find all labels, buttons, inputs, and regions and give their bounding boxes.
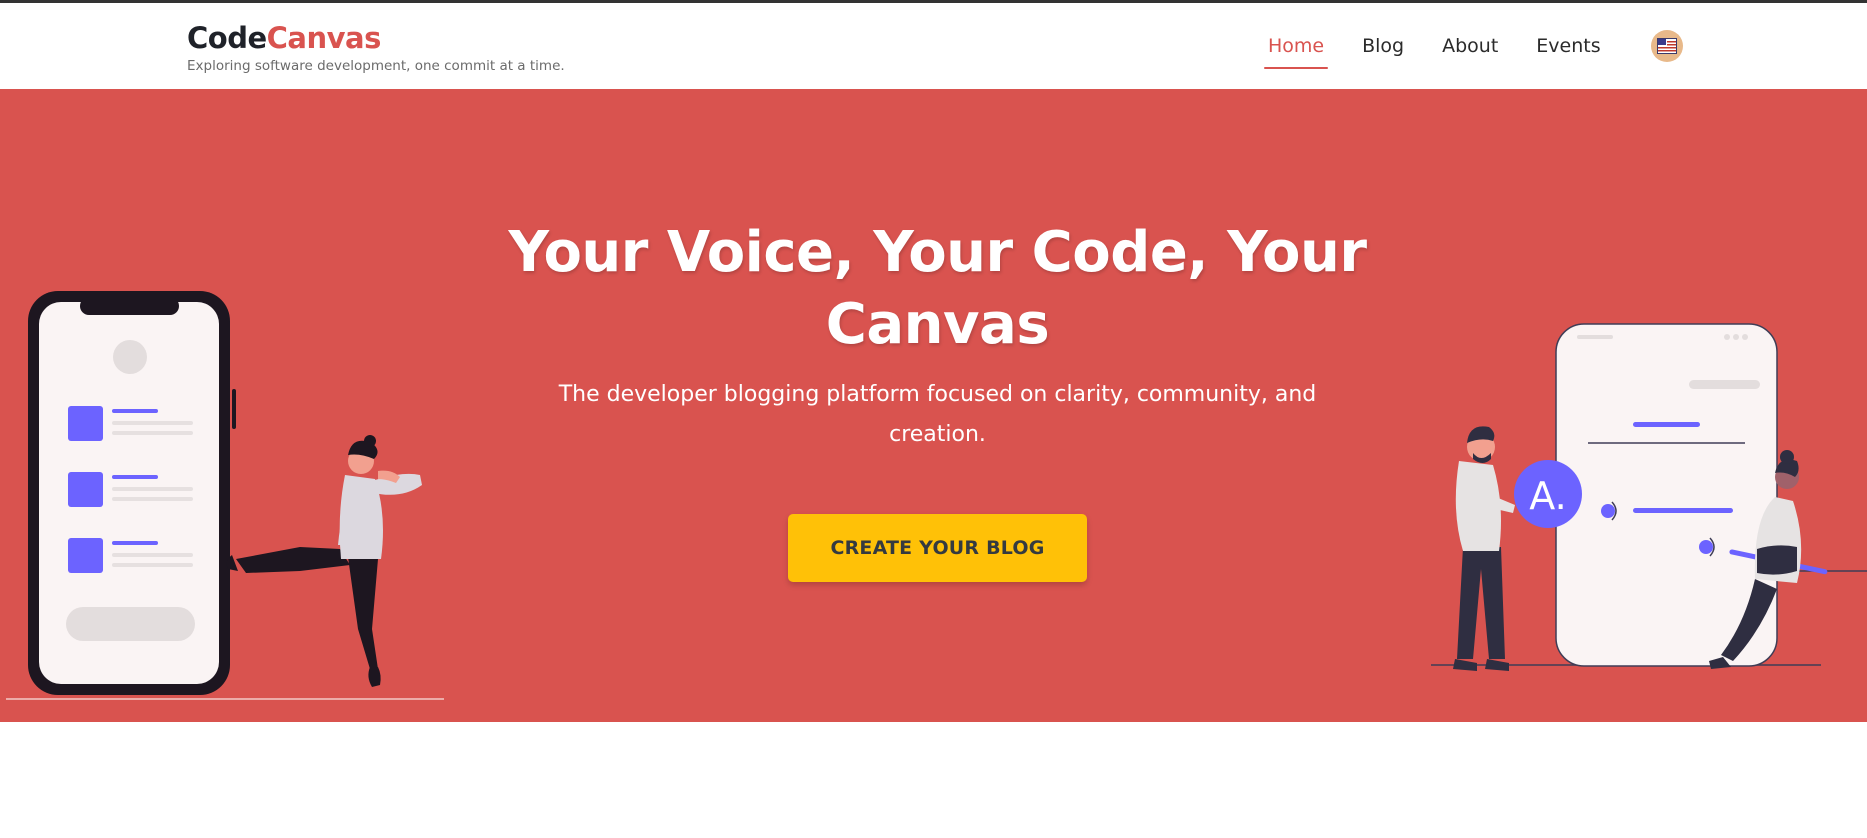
language-switcher-button[interactable]	[1651, 30, 1683, 62]
brand-name-canvas: Canvas	[266, 21, 382, 55]
nav-link-about[interactable]: About	[1436, 29, 1504, 69]
hero-subtitle: The developer blogging platform focused …	[558, 382, 1317, 447]
create-blog-button[interactable]: CREATE YOUR BLOG	[788, 514, 1087, 582]
brand[interactable]: CodeCanvas Exploring software developmen…	[187, 19, 565, 74]
nav-link-blog[interactable]: Blog	[1356, 29, 1410, 69]
nav-link-events[interactable]: Events	[1530, 29, 1606, 69]
main-nav: Home Blog About Events	[1262, 29, 1633, 69]
navbar: CodeCanvas Exploring software developmen…	[0, 3, 1867, 89]
phone-people-illustration: A.	[1431, 323, 1867, 671]
brand-tagline: Exploring software development, one comm…	[187, 58, 565, 74]
phone-woman-illustration	[6, 291, 444, 700]
flag-icon	[1657, 38, 1677, 54]
nav-link-home[interactable]: Home	[1262, 29, 1330, 69]
hero-section: Your Voice, Your Code, Your Canvas The d…	[0, 89, 1867, 722]
brand-name-code: Code	[187, 21, 267, 55]
brand-logo[interactable]: CodeCanvas	[187, 19, 565, 57]
badge-letter: A.	[1529, 474, 1566, 518]
hero-title: Your Voice, Your Code, Your Canvas	[508, 220, 1367, 357]
